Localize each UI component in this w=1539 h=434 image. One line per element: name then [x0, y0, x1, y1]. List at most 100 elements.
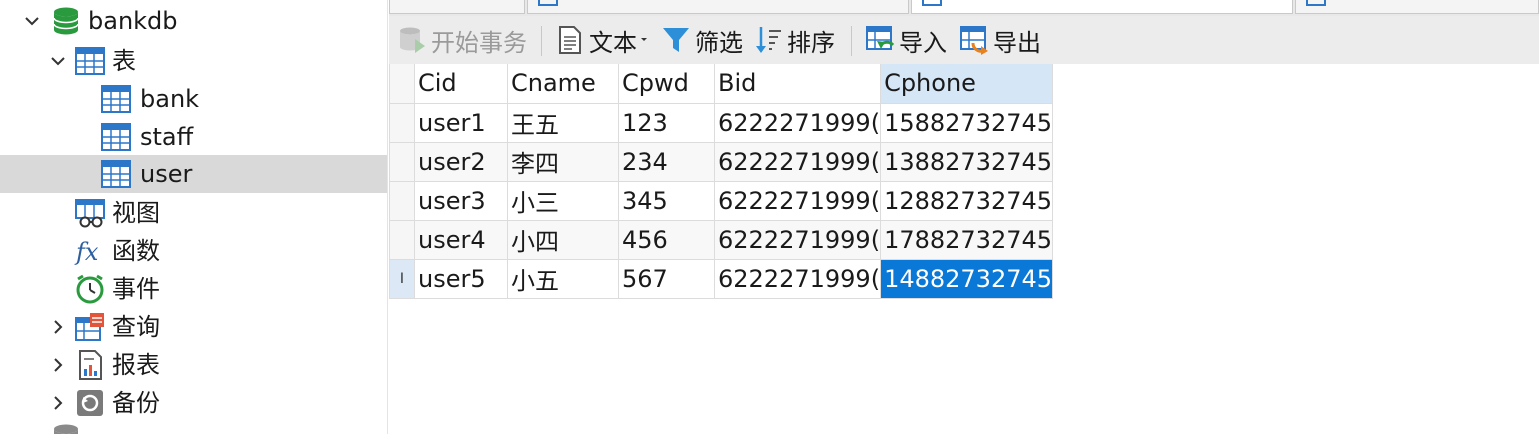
cell-cpwd[interactable]: 567: [618, 258, 715, 299]
cell-cname[interactable]: 小三: [507, 180, 619, 221]
import-icon: [866, 26, 895, 50]
chevron-right-icon[interactable]: [50, 395, 66, 411]
document-icon: [559, 26, 581, 54]
tree-item-queries[interactable]: 查询: [0, 308, 387, 346]
dropdown-arrow-icon[interactable]: [640, 36, 648, 44]
tree-item-table-bank[interactable]: bank: [0, 80, 387, 118]
cell-bid[interactable]: 6222271999(: [713, 102, 882, 143]
cell-cphone[interactable]: 13882732745: [880, 141, 1054, 182]
chevron-right-icon[interactable]: [50, 357, 66, 373]
column-header-cid[interactable]: Cid: [414, 64, 508, 104]
tree-item-backups[interactable]: 备份: [0, 384, 387, 422]
text-view-button[interactable]: 文本: [555, 22, 648, 58]
cell-cphone[interactable]: 12882732745: [880, 180, 1054, 221]
cell-cid[interactable]: user4: [414, 219, 508, 260]
import-button[interactable]: 导入: [865, 22, 947, 58]
navicat-window: bankdb 表 bank staff user 视图 fx 函数 事件 查询 …: [0, 0, 1539, 434]
chevron-right-icon[interactable]: [50, 319, 66, 335]
tree-item-functions[interactable]: fx 函数: [0, 232, 387, 270]
header-row: Cid Cname Cpwd Bid Cphone: [389, 64, 1054, 104]
tree-label-bank: bank: [140, 85, 200, 113]
sort-button[interactable]: 排序: [753, 22, 835, 58]
tree-label-events: 事件: [112, 275, 160, 303]
cell-cpwd[interactable]: 234: [618, 141, 715, 182]
backup-icon: [77, 390, 103, 416]
tree-item-views[interactable]: 视图: [0, 194, 387, 232]
tree-item-table-user[interactable]: user: [0, 155, 387, 193]
database-icon: [53, 7, 79, 35]
tree-label-tables: 表: [112, 47, 136, 75]
current-row-marker[interactable]: I: [389, 258, 415, 299]
cell-cname[interactable]: 小四: [507, 219, 619, 260]
cell-bid[interactable]: 6222271999(: [713, 258, 882, 299]
row-header[interactable]: [389, 141, 415, 182]
tree-item-bankdb[interactable]: bankdb: [0, 2, 387, 40]
cell-cname[interactable]: 小五: [507, 258, 619, 299]
text-view-label: 文本: [589, 28, 637, 57]
grid-toolbar: 开始事务 文本 筛选 排序 导入 导出: [389, 16, 1539, 64]
table-icon: [101, 160, 131, 188]
begin-transaction-button[interactable]: 开始事务: [397, 22, 527, 58]
begin-transaction-label: 开始事务: [431, 28, 527, 57]
chevron-down-icon[interactable]: [24, 13, 40, 29]
tab-strip: [389, 0, 1539, 16]
export-icon: [960, 26, 988, 55]
filter-label: 筛选: [695, 28, 743, 57]
export-label: 导出: [993, 28, 1041, 57]
cell-cphone-selected[interactable]: 14882732745: [880, 258, 1054, 299]
tree-label-backups: 备份: [112, 389, 160, 417]
row-header[interactable]: [389, 180, 415, 221]
cell-cid[interactable]: user2: [414, 141, 508, 182]
filter-icon: [663, 28, 689, 52]
column-header-bid[interactable]: Bid: [713, 64, 882, 104]
data-grid[interactable]: Cid Cname Cpwd Bid Cphone user1 王五 123 6…: [389, 64, 1539, 434]
cell-cid[interactable]: user5: [414, 258, 508, 299]
cell-cpwd[interactable]: 456: [618, 219, 715, 260]
table-row-current[interactable]: I user5 小五 567 6222271999( 14882732745: [389, 258, 1054, 299]
cell-bid[interactable]: 6222271999(: [713, 180, 882, 221]
tree-item-tables-folder[interactable]: 表: [0, 42, 387, 80]
column-header-cpwd[interactable]: Cpwd: [618, 64, 715, 104]
tree-label-staff: staff: [140, 123, 194, 151]
cell-cpwd[interactable]: 123: [618, 102, 715, 143]
cell-cid[interactable]: user3: [414, 180, 508, 221]
export-button[interactable]: 导出: [959, 22, 1041, 58]
filter-button[interactable]: 筛选: [661, 22, 743, 58]
column-header-cname[interactable]: Cname: [507, 64, 619, 104]
column-header-cphone[interactable]: Cphone: [880, 64, 1054, 104]
sort-label: 排序: [787, 28, 835, 57]
tab-1[interactable]: [389, 0, 525, 14]
tree-item-reports[interactable]: 报表: [0, 346, 387, 384]
row-header[interactable]: [389, 219, 415, 260]
cell-cid[interactable]: user1: [414, 102, 508, 143]
query-icon: [75, 313, 104, 341]
tab-3-active[interactable]: [911, 0, 1293, 14]
tree-label-views: 视图: [112, 199, 160, 227]
table-row[interactable]: user3 小三 345 6222271999( 12882732745: [389, 180, 1054, 221]
cell-cphone[interactable]: 17882732745: [880, 219, 1054, 260]
navigator-tree[interactable]: bankdb 表 bank staff user 视图 fx 函数 事件 查询 …: [0, 0, 388, 434]
tree-item-events[interactable]: 事件: [0, 270, 387, 308]
tree-item-table-staff[interactable]: staff: [0, 118, 387, 156]
cell-cphone[interactable]: 15882732745: [880, 102, 1054, 143]
chevron-down-icon[interactable]: [50, 53, 66, 69]
cell-cname[interactable]: 王五: [507, 102, 619, 143]
function-icon: fx: [74, 238, 99, 266]
results-table: Cid Cname Cpwd Bid Cphone user1 王五 123 6…: [389, 64, 1054, 299]
table-row[interactable]: user4 小四 456 6222271999( 17882732745: [389, 219, 1054, 260]
cell-bid[interactable]: 6222271999(: [713, 141, 882, 182]
corner-cell[interactable]: [389, 64, 415, 104]
cell-cpwd[interactable]: 345: [618, 180, 715, 221]
toolbar-divider: [851, 26, 852, 56]
report-icon: [79, 350, 102, 380]
cell-cname[interactable]: 李四: [507, 141, 619, 182]
table-row[interactable]: user1 王五 123 6222271999( 15882732745: [389, 102, 1054, 143]
cell-bid[interactable]: 6222271999(: [713, 219, 882, 260]
tab-2[interactable]: [527, 0, 909, 14]
tree-label-functions: 函数: [112, 237, 160, 265]
transaction-icon: [400, 27, 425, 53]
table-row[interactable]: user2 李四 234 6222271999( 13882732745: [389, 141, 1054, 182]
row-header[interactable]: [389, 102, 415, 143]
tree-item-next-database[interactable]: [0, 420, 387, 434]
tab-4[interactable]: [1295, 0, 1539, 14]
